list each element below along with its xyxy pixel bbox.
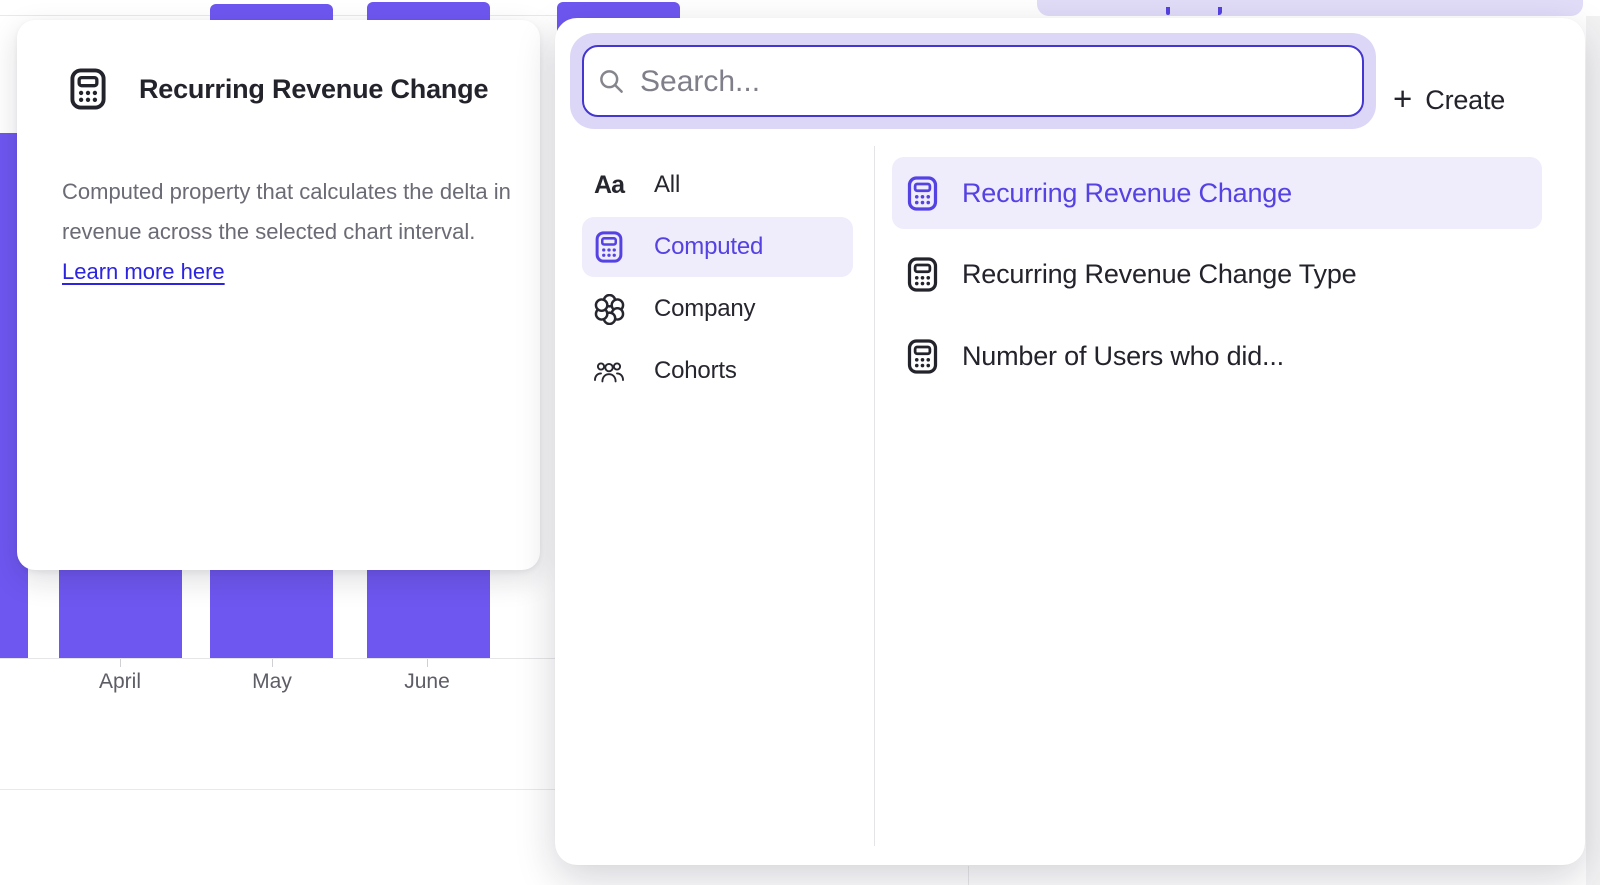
clipped-text-descender xyxy=(1218,7,1222,15)
category-label: Cohorts xyxy=(654,357,737,385)
calculator-icon xyxy=(593,231,625,263)
calculator-icon xyxy=(69,68,107,110)
category-cohorts[interactable]: Cohorts xyxy=(567,341,853,401)
category-label: Computed xyxy=(654,233,763,261)
calculator-icon xyxy=(907,176,941,210)
category-computed[interactable]: Computed xyxy=(582,217,853,277)
axis-tick xyxy=(120,659,121,667)
axis-label: April xyxy=(60,670,180,694)
axis-tick xyxy=(427,659,428,667)
result-label: Recurring Revenue Change Type xyxy=(962,259,1356,290)
cohorts-people-icon xyxy=(593,355,625,387)
create-button[interactable]: + Create xyxy=(1383,65,1515,135)
search-field[interactable] xyxy=(582,45,1364,117)
modal-divider xyxy=(874,146,875,846)
plus-icon: + xyxy=(1393,82,1412,115)
create-button-label: Create xyxy=(1425,85,1505,116)
property-tooltip-card: Recurring Revenue Change Computed proper… xyxy=(17,20,540,570)
axis-tick xyxy=(272,659,273,667)
clipped-property-pill xyxy=(1037,0,1583,16)
x-axis-line xyxy=(0,658,556,659)
learn-more-link[interactable]: Learn more here xyxy=(62,259,225,284)
result-label: Recurring Revenue Change xyxy=(962,178,1292,209)
calculator-icon xyxy=(907,257,941,291)
text-aa-icon: Aa xyxy=(593,169,625,201)
tooltip-description: Computed property that calculates the de… xyxy=(62,172,524,292)
clipped-text-descender xyxy=(1166,7,1170,15)
category-label: Company xyxy=(654,295,755,323)
company-cluster-icon xyxy=(593,293,625,325)
property-picker-modal: + Create Aa All Computed xyxy=(555,18,1585,865)
category-company[interactable]: Company xyxy=(567,279,853,339)
calculator-icon xyxy=(907,339,941,373)
category-all[interactable]: Aa All xyxy=(567,155,853,215)
result-number-of-users-who-did[interactable]: Number of Users who did... xyxy=(892,320,1542,392)
category-label: All xyxy=(654,171,680,199)
search-input[interactable] xyxy=(638,47,1342,117)
tooltip-title: Recurring Revenue Change xyxy=(139,74,488,105)
tooltip-header: Recurring Revenue Change xyxy=(69,69,488,109)
search-icon xyxy=(598,68,625,95)
result-recurring-revenue-change-type[interactable]: Recurring Revenue Change Type xyxy=(892,238,1542,310)
axis-label: June xyxy=(367,670,487,694)
axis-label: May xyxy=(212,670,332,694)
result-label: Number of Users who did... xyxy=(962,341,1284,372)
result-recurring-revenue-change[interactable]: Recurring Revenue Change xyxy=(892,157,1542,229)
